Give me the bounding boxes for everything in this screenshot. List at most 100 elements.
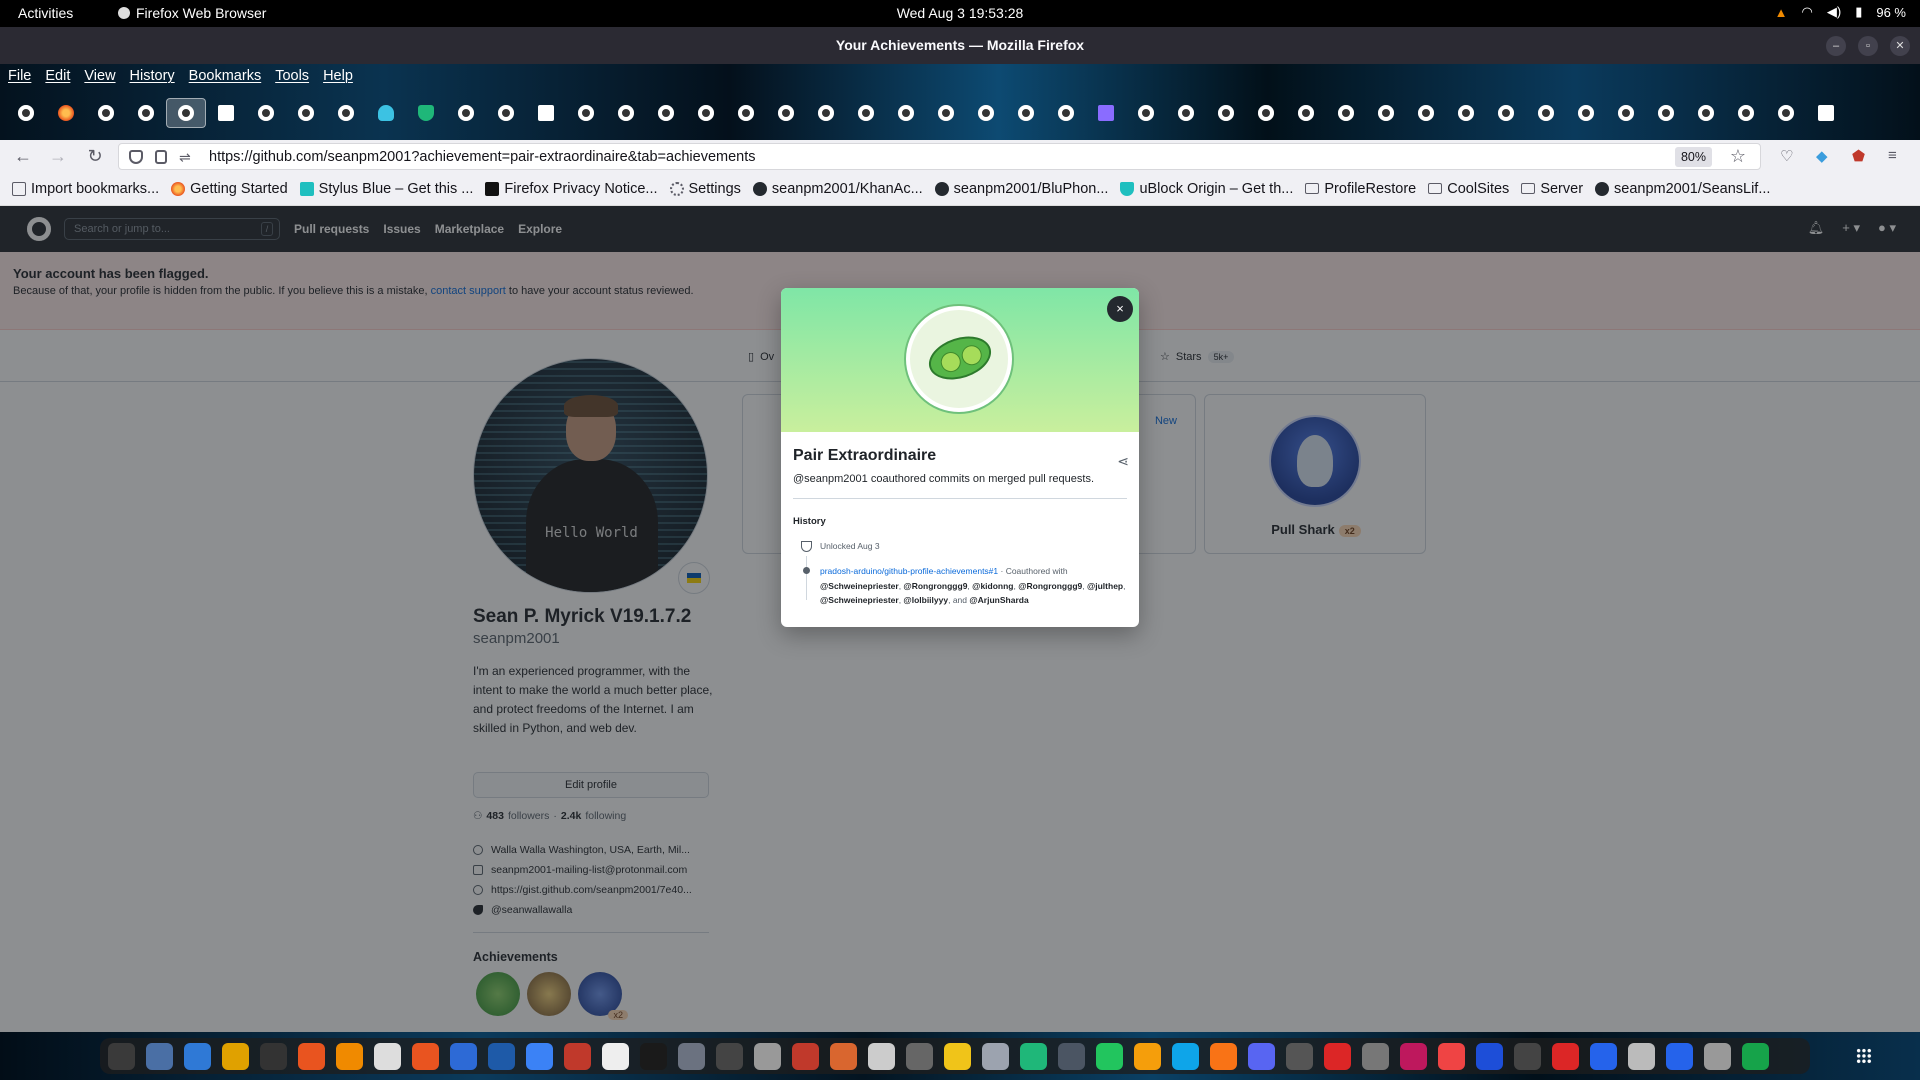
app-menu-icon[interactable]: ≡ — [1888, 147, 1897, 164]
dock-app-icon[interactable] — [336, 1042, 363, 1070]
back-button[interactable]: ← — [13, 146, 33, 166]
dock-app-icon[interactable] — [222, 1042, 249, 1070]
dock-app-icon[interactable] — [184, 1042, 211, 1070]
tab-wikipedia[interactable] — [1806, 98, 1846, 128]
tab-github[interactable] — [806, 98, 846, 128]
bookmark-item[interactable]: Server — [1521, 181, 1583, 197]
dock-app-icon[interactable] — [1704, 1042, 1731, 1070]
bookmark-item[interactable]: Import bookmarks... — [12, 181, 159, 197]
tab-github[interactable] — [1766, 98, 1806, 128]
tab-github[interactable] — [1486, 98, 1526, 128]
tab-wikipedia[interactable] — [206, 98, 246, 128]
tab-github[interactable] — [1526, 98, 1566, 128]
menu-tools[interactable]: Tools — [267, 64, 315, 90]
tab-firefox[interactable] — [46, 98, 86, 128]
dock-app-icon[interactable] — [1172, 1042, 1199, 1070]
tab-wikipedia[interactable] — [526, 98, 566, 128]
dock-app-icon[interactable] — [1020, 1042, 1047, 1070]
dock-app-icon[interactable] — [1210, 1042, 1237, 1070]
dock-app-icon[interactable] — [716, 1042, 743, 1070]
dock-app-icon[interactable] — [678, 1042, 705, 1070]
activities-button[interactable]: Activities — [18, 5, 73, 21]
dock-app-icon[interactable] — [1742, 1042, 1769, 1070]
tab-github[interactable] — [1366, 98, 1406, 128]
app-grid-icon[interactable] — [1856, 1048, 1872, 1064]
menu-view[interactable]: View — [76, 64, 121, 90]
bookmark-item[interactable]: seanpm2001/SeansLif... — [1595, 181, 1770, 197]
dock-app-icon[interactable] — [1324, 1042, 1351, 1070]
dock-app-icon[interactable] — [792, 1042, 819, 1070]
url-bar[interactable]: ⇌ https://github.com/seanpm2001?achievem… — [118, 143, 1761, 170]
tracking-protection-icon[interactable] — [129, 150, 143, 164]
dock-app-icon[interactable] — [1438, 1042, 1465, 1070]
bookmark-item[interactable]: Firefox Privacy Notice... — [485, 181, 658, 197]
dock-app-icon[interactable] — [1590, 1042, 1617, 1070]
dock-app-icon[interactable] — [1134, 1042, 1161, 1070]
menu-help[interactable]: Help — [315, 64, 359, 90]
ublock-toolbar-icon[interactable]: ⬟ — [1852, 147, 1865, 165]
coauthor-link[interactable]: @Schweinepriester — [820, 595, 899, 605]
tab-shield[interactable] — [406, 98, 446, 128]
share-icon[interactable]: ⋖ — [1117, 453, 1129, 470]
dock-app-icon[interactable] — [526, 1042, 553, 1070]
dock-app-icon[interactable] — [602, 1042, 629, 1070]
clock[interactable]: Wed Aug 3 19:53:28 — [0, 5, 1920, 21]
tab-github[interactable] — [1166, 98, 1206, 128]
tab-github[interactable] — [1286, 98, 1326, 128]
dock-app-icon[interactable] — [1514, 1042, 1541, 1070]
coauthor-link[interactable]: @Rongronggg9 — [903, 581, 967, 591]
tab-github[interactable] — [86, 98, 126, 128]
dock-app-icon[interactable] — [1058, 1042, 1085, 1070]
tab-github[interactable] — [766, 98, 806, 128]
menu-bookmarks[interactable]: Bookmarks — [181, 64, 268, 90]
dock-app-icon[interactable] — [1096, 1042, 1123, 1070]
dock-app-icon[interactable] — [640, 1042, 667, 1070]
dock-app-icon[interactable] — [146, 1042, 173, 1070]
system-tray[interactable]: ▲ ◠ ◀) ▮ 96 % — [1775, 4, 1906, 20]
app-menu[interactable]: Firefox Web Browser — [118, 5, 266, 21]
dock-app-icon[interactable] — [906, 1042, 933, 1070]
tab-github[interactable] — [846, 98, 886, 128]
bookmark-item[interactable]: seanpm2001/KhanAc... — [752, 181, 923, 197]
tab-github[interactable] — [966, 98, 1006, 128]
tab-github[interactable] — [1726, 98, 1766, 128]
tab-globe[interactable] — [566, 98, 606, 128]
dock-app-icon[interactable] — [488, 1042, 515, 1070]
dock-app-icon[interactable] — [374, 1042, 401, 1070]
tab-github[interactable] — [1566, 98, 1606, 128]
dock-app-icon[interactable] — [868, 1042, 895, 1070]
permissions-icon[interactable]: ⇌ — [179, 149, 191, 166]
dock-app-icon[interactable] — [260, 1042, 287, 1070]
tab-github[interactable] — [1246, 98, 1286, 128]
reload-button[interactable]: ↻ — [85, 146, 105, 166]
extension-icon[interactable]: ◆ — [1816, 147, 1828, 165]
tab-github[interactable] — [1206, 98, 1246, 128]
tab-github[interactable] — [446, 98, 486, 128]
dock-app-icon[interactable] — [298, 1042, 325, 1070]
bookmark-star-icon[interactable]: ☆ — [1730, 146, 1746, 167]
tab-github[interactable] — [1406, 98, 1446, 128]
dock-app-icon[interactable] — [944, 1042, 971, 1070]
maximize-button[interactable]: ▫ — [1858, 36, 1878, 56]
dock-app-icon[interactable] — [1476, 1042, 1503, 1070]
pull-request-link[interactable]: pradosh-arduino/github-profile-achieveme… — [820, 566, 998, 576]
dock-app-icon[interactable] — [754, 1042, 781, 1070]
dock-app-icon[interactable] — [1248, 1042, 1275, 1070]
tab-github[interactable] — [686, 98, 726, 128]
tab-github[interactable] — [926, 98, 966, 128]
tab-github[interactable] — [286, 98, 326, 128]
bookmark-item[interactable]: Settings — [669, 181, 741, 197]
tab-github[interactable] — [646, 98, 686, 128]
tab-github[interactable] — [1446, 98, 1486, 128]
tab-github[interactable] — [1686, 98, 1726, 128]
tab-github[interactable] — [1606, 98, 1646, 128]
dock-app-icon[interactable] — [830, 1042, 857, 1070]
dock-app-icon[interactable] — [1362, 1042, 1389, 1070]
dock-app-icon[interactable] — [450, 1042, 477, 1070]
bookmark-item[interactable]: seanpm2001/BluPhon... — [934, 181, 1108, 197]
minimize-button[interactable]: – — [1826, 36, 1846, 56]
tab-github[interactable] — [126, 98, 166, 128]
menu-history[interactable]: History — [122, 64, 181, 90]
dock-app-icon[interactable] — [1628, 1042, 1655, 1070]
vlc-icon[interactable]: ▲ — [1775, 5, 1788, 20]
